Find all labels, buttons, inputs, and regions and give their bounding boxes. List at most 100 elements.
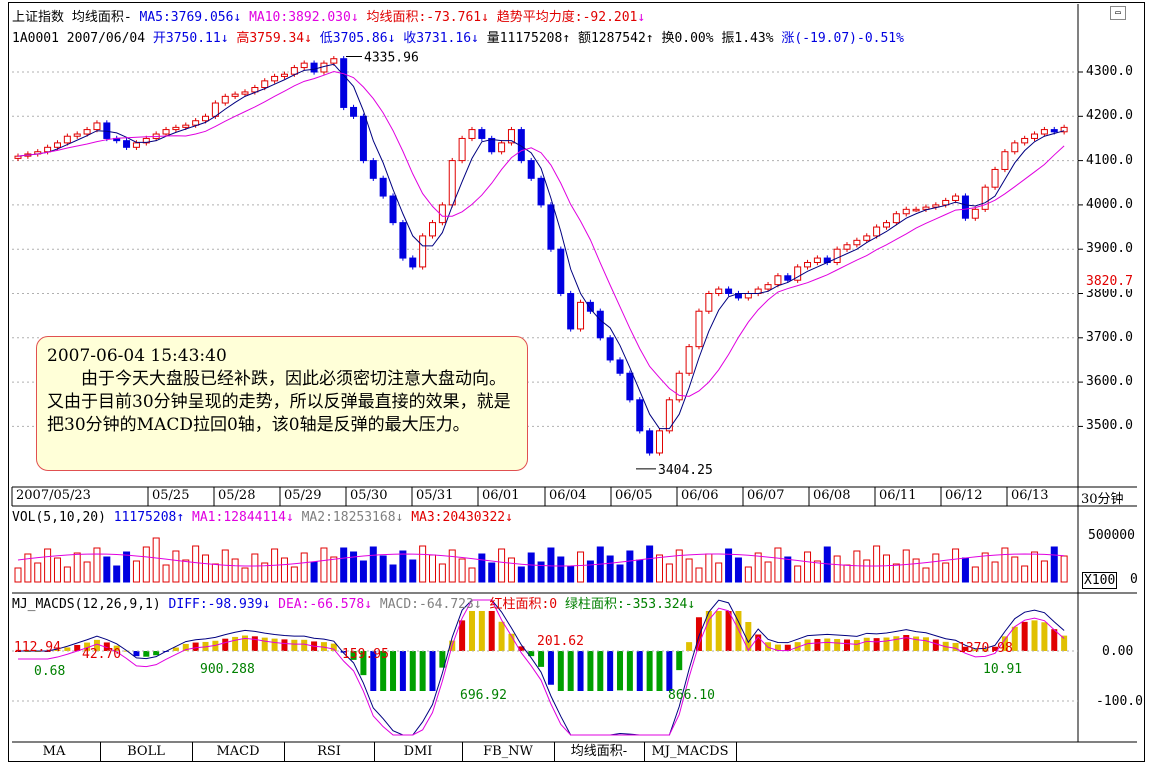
price-tick-label: 3600.0 <box>1086 374 1133 390</box>
volume-bar <box>675 549 683 583</box>
macd-bar <box>261 637 268 651</box>
vol-ma2: MA2:18253168 <box>301 510 396 525</box>
candle-body <box>596 310 604 339</box>
candle-body <box>616 359 624 374</box>
indicator-name[interactable]: 均线面积- <box>72 10 132 25</box>
vol-axis-zero: 0 <box>1130 572 1138 587</box>
macd-bar <box>725 611 732 651</box>
volume-bar <box>813 560 821 583</box>
candle-body <box>853 239 861 246</box>
tab-boll[interactable]: BOLL <box>100 742 193 762</box>
tab-fb_nw[interactable]: FB_NW <box>462 742 555 762</box>
volume-bar <box>1011 556 1019 583</box>
volume-bar <box>843 564 851 583</box>
volume-bar <box>34 562 42 583</box>
date-tick-label: 06/12 <box>945 488 983 503</box>
date-tick-label: 06/01 <box>482 488 520 503</box>
volume-bar <box>961 557 969 583</box>
candle-body <box>280 73 288 77</box>
price-tick-label: 3700.0 <box>1086 329 1133 345</box>
tab-rsi[interactable]: RSI <box>284 742 375 762</box>
macd-bar <box>607 651 614 691</box>
candle-body <box>132 142 140 148</box>
volume-bar <box>93 547 101 583</box>
candle-body <box>882 222 890 228</box>
candle-body <box>63 135 71 144</box>
volume-bar <box>123 551 131 583</box>
volume-bar <box>665 563 673 583</box>
volume-header: VOL(5,10,20) 11175208↑ MA1:12844114↓ MA2… <box>12 510 513 525</box>
macd-bar <box>715 611 722 651</box>
candle-body <box>1040 129 1048 135</box>
volume-bar <box>981 552 989 583</box>
volume-bar <box>616 564 624 583</box>
candle-body <box>863 235 871 241</box>
candle-body <box>379 177 387 197</box>
volume-bar <box>429 554 437 583</box>
volume-bar <box>498 548 506 583</box>
volume-bar <box>695 567 703 583</box>
vol-name: VOL(5,10,20) <box>12 510 106 525</box>
candle-body <box>478 129 486 139</box>
macd-axis-zero: 0.00 <box>1102 644 1134 659</box>
high-value: 高3759.34 <box>236 31 305 46</box>
macd-bar <box>587 651 594 691</box>
volume-value: 量11175208 <box>486 31 563 46</box>
macd-bar <box>301 639 308 651</box>
volume-bar <box>44 548 52 583</box>
macd-bar <box>133 651 140 657</box>
price-tick-label: 4100.0 <box>1086 152 1133 168</box>
candle-body <box>359 115 367 162</box>
tab-[interactable]: 均线面积- <box>554 742 645 762</box>
macd-bar <box>478 611 485 651</box>
diff-line <box>18 599 1065 736</box>
candle-body <box>981 186 989 210</box>
volume-bar <box>1031 551 1039 583</box>
macd-bar <box>597 651 604 691</box>
candle-body <box>369 160 377 179</box>
window-toggle-icon[interactable]: ▭ <box>1110 6 1126 20</box>
macd-green-area: 绿柱面积:-353.324 <box>564 597 688 612</box>
volume-bar <box>557 556 565 583</box>
volume-bar <box>113 565 121 583</box>
period-label[interactable]: 30分钟 <box>1081 488 1124 507</box>
candle-body <box>53 142 61 148</box>
candle-body <box>1031 133 1039 139</box>
volume-bar <box>705 553 713 583</box>
high-annotation: 4335.96 <box>364 50 419 65</box>
macd-bar <box>399 651 406 691</box>
candle-body <box>1011 142 1019 153</box>
volume-bar <box>231 558 239 583</box>
volume-bar <box>991 561 999 583</box>
turnover-value: 换0.00% <box>661 31 714 46</box>
volume-bar <box>873 545 881 583</box>
index-name: 上证指数 <box>12 10 65 25</box>
volume-bar <box>863 559 871 583</box>
vol-value: 11175208 <box>113 510 177 525</box>
candle-body <box>655 430 663 454</box>
commentary-text: 由于今天大盘股已经补跌，因此必须密切注意大盘动向。又由于目前30分钟呈现的走势，… <box>47 369 511 435</box>
tab-ma[interactable]: MA <box>8 742 101 762</box>
tab-mj_macds[interactable]: MJ_MACDS <box>644 742 737 762</box>
date-tick-label: 06/08 <box>813 488 851 503</box>
candle-body <box>241 91 249 95</box>
volume-bar <box>132 560 140 583</box>
volume-bar <box>280 557 288 583</box>
volume-bar <box>577 551 585 583</box>
macd-bar <box>636 651 643 691</box>
volume-bar <box>1001 547 1009 583</box>
macd-bar <box>222 638 229 651</box>
macd-bar <box>488 611 495 651</box>
volume-bar <box>211 563 219 583</box>
candle-body <box>892 213 900 224</box>
macd-bar <box>577 651 584 691</box>
candle-body <box>547 204 555 250</box>
macd-bar <box>676 651 683 671</box>
volume-bar <box>192 545 200 583</box>
tab-dmi[interactable]: DMI <box>374 742 463 762</box>
candle-body <box>843 244 851 250</box>
volume-bar <box>409 559 417 583</box>
vol-axis-unit[interactable]: X100 <box>1082 572 1118 589</box>
candle-body <box>577 301 585 330</box>
tab-macd[interactable]: MACD <box>192 742 285 762</box>
